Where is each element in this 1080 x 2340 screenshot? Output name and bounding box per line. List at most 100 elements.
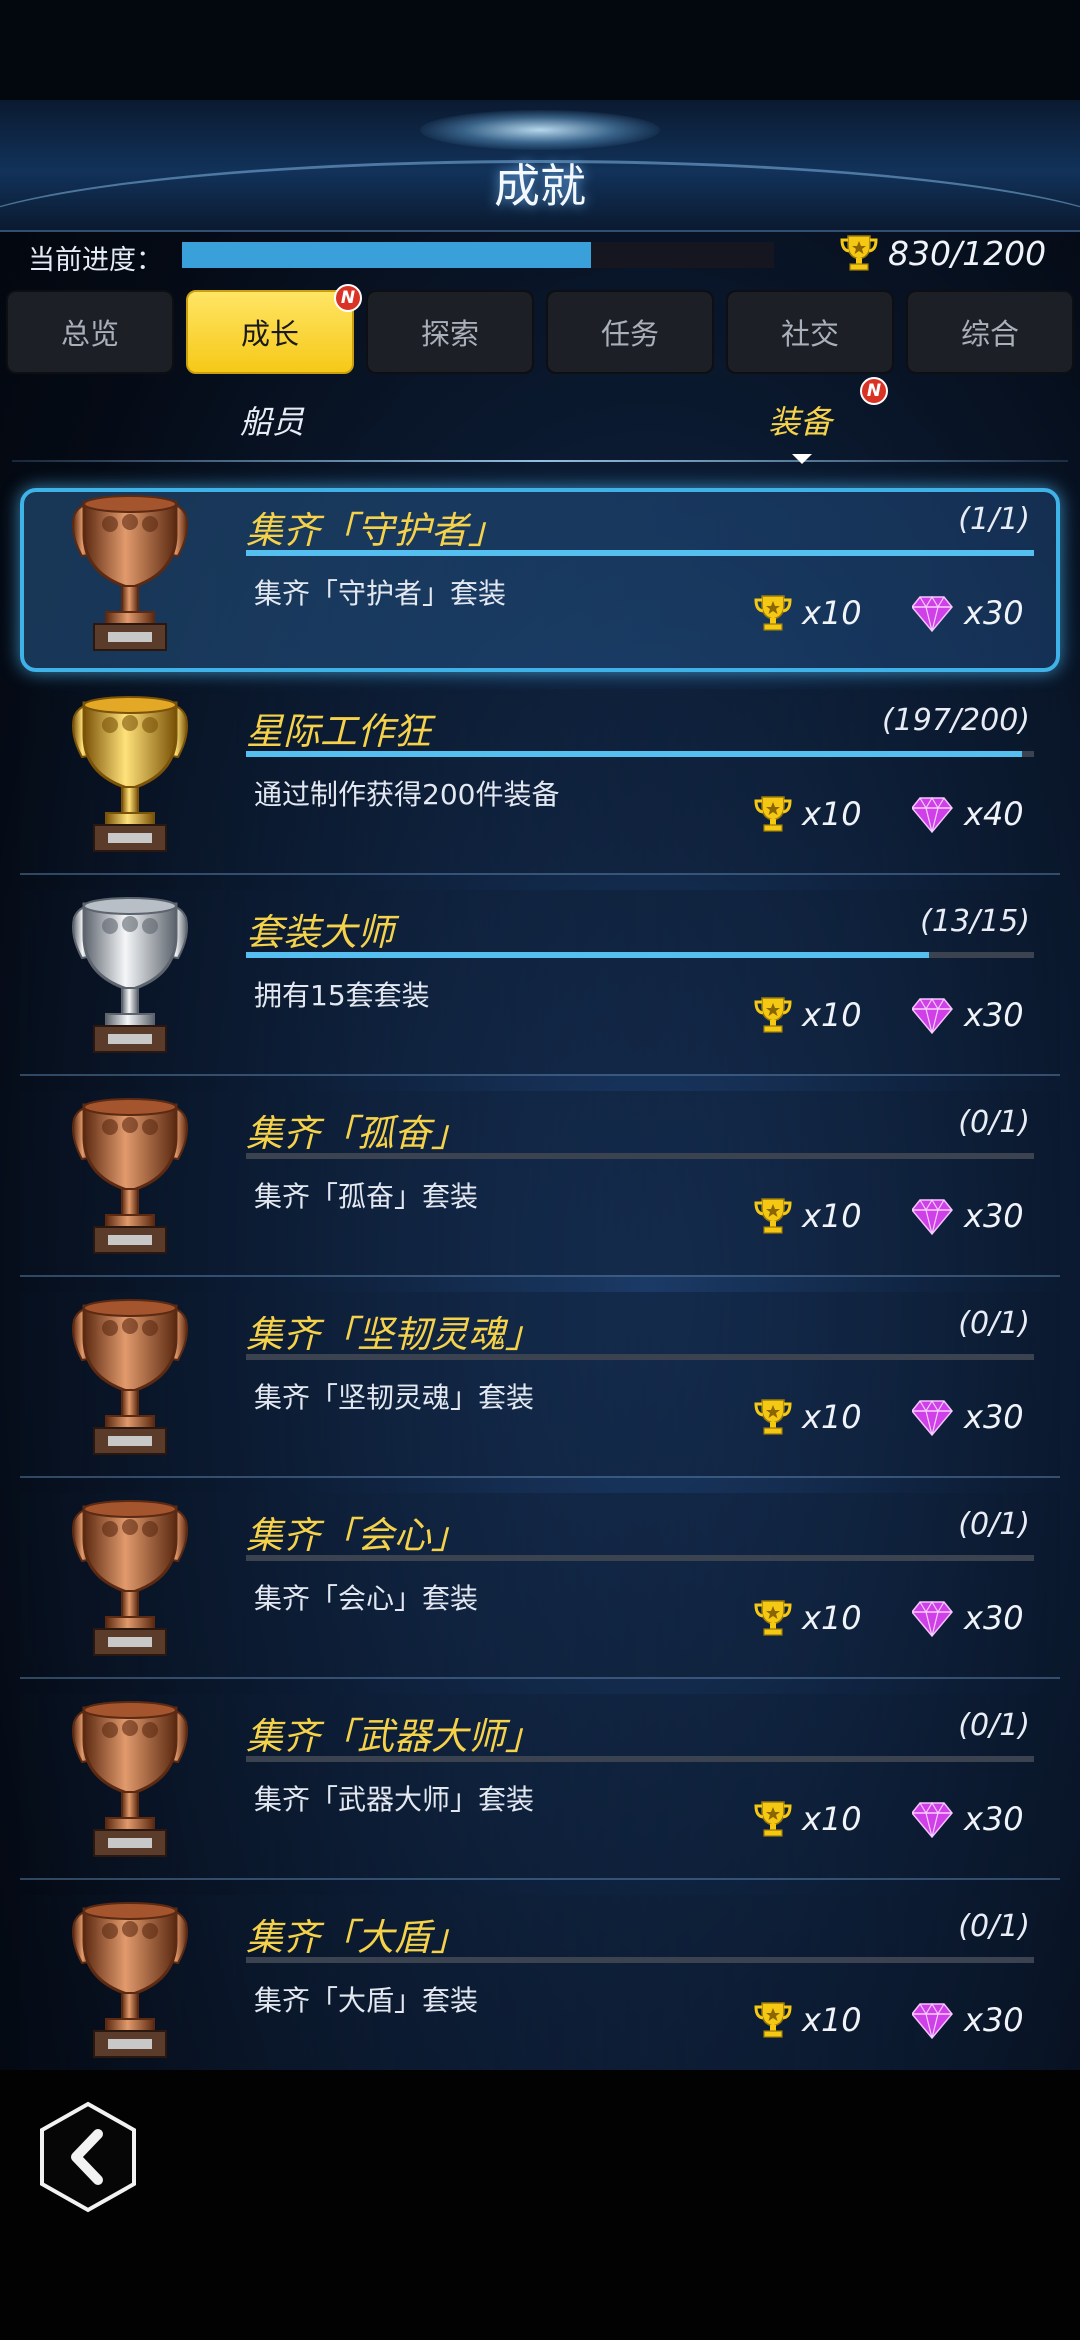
reward-trophy-amount: x10 (802, 795, 862, 833)
achievement-progress-text: (0/1) (958, 1105, 1030, 1140)
achievement-progress-fill (246, 751, 1023, 757)
reward-gem: x30 (912, 1191, 1024, 1241)
gem-icon (912, 595, 953, 633)
gem-icon (912, 1600, 953, 1638)
trophy-bronze-icon (60, 1700, 200, 1872)
tab-3[interactable]: 任务 (546, 290, 714, 374)
reward-gem-amount: x30 (964, 1398, 1024, 1436)
overall-progress-fill (182, 242, 592, 268)
reward-gem: x30 (912, 990, 1024, 1040)
tab-label: 任务 (600, 317, 659, 351)
bottom-bar (0, 2070, 1080, 2340)
achievement-progress-text: (0/1) (958, 1306, 1030, 1341)
gem-icon (912, 2002, 953, 2040)
trophy-bronze-icon (60, 1298, 200, 1470)
category-tabs: 总览 成长 N 探索 任务 社交 综合 (6, 284, 1074, 376)
reward-trophy: x10 (754, 1191, 862, 1241)
reward-trophy-amount: x10 (802, 996, 862, 1034)
achievement-progress-fill (246, 952, 929, 958)
achievement-progress-text: (197/200) (881, 703, 1030, 738)
trophy-total: 830/1200 (840, 230, 1046, 276)
achievement-progress-bar (246, 1153, 1034, 1159)
trophy-bronze-icon (60, 1499, 200, 1671)
gem-icon (912, 1801, 953, 1839)
trophy-bronze-icon (60, 494, 200, 666)
reward-gem-amount: x30 (964, 1197, 1024, 1235)
achievement-progress-bar (246, 1555, 1034, 1561)
achievement-description: 通过制作获得200件装备 (254, 778, 560, 811)
achievement-progress-text: (0/1) (958, 1909, 1030, 1944)
reward-gem: x30 (912, 1794, 1024, 1844)
achievement-progress-text: (13/15) (920, 904, 1030, 939)
back-button[interactable] (36, 2100, 140, 2214)
tab-1[interactable]: 成长 (186, 290, 354, 374)
achievement-progress-bar (246, 1354, 1034, 1360)
reward-gem: x40 (912, 789, 1024, 839)
achievement-title: 星际工作狂 (246, 710, 431, 753)
trophy-silver-icon (60, 896, 200, 1068)
achievement-progress-bar (246, 1957, 1034, 1963)
achievement-row[interactable]: 集齐「孤奋」 (0/1) 集齐「孤奋」套装 x10 x30 (20, 1091, 1060, 1277)
achievement-row[interactable]: 星际工作狂 (197/200) 通过制作获得200件装备 x10 x40 (20, 689, 1060, 875)
trophy-icon (754, 1600, 792, 1636)
reward-gem-amount: x30 (964, 1800, 1024, 1838)
trophy-icon (754, 997, 792, 1033)
achievement-title: 集齐「守护者」 (246, 509, 505, 552)
achievement-row[interactable]: 集齐「坚韧灵魂」 (0/1) 集齐「坚韧灵魂」套装 x10 x30 (20, 1292, 1060, 1478)
tab-label: 成长 (240, 317, 299, 351)
achievement-row[interactable]: 集齐「守护者」 (1/1) 集齐「守护者」套装 x10 x30 (20, 488, 1060, 672)
tab-5[interactable]: 综合 (906, 290, 1074, 374)
achievement-title: 集齐「孤奋」 (246, 1112, 468, 1155)
achievement-progress-text: (1/1) (958, 502, 1030, 537)
trophy-icon (754, 595, 792, 631)
status-bar (0, 0, 1080, 100)
achievement-progress-bar (246, 952, 1034, 958)
tab-label: 探索 (420, 317, 479, 351)
subtab-1[interactable]: 装备 (768, 397, 832, 443)
achievement-description: 集齐「武器大师」套装 (254, 1783, 535, 1816)
achievement-row[interactable]: 集齐「武器大师」 (0/1) 集齐「武器大师」套装 x10 x30 (20, 1694, 1060, 1880)
gem-icon (912, 997, 953, 1035)
overall-progress-bar (182, 242, 774, 268)
trophy-icon (840, 235, 878, 271)
progress-label: 当前进度： (28, 245, 163, 276)
reward-gem-amount: x30 (964, 996, 1024, 1034)
achievement-progress-bar (246, 1756, 1034, 1762)
trophy-total-text: 830/1200 (888, 233, 1047, 273)
tab-4[interactable]: 社交 (726, 290, 894, 374)
achievement-screen: 成就 当前进度： 830/1200 总览 成长 N 探索 任务 社交 综合 船员 装备 N 集齐… (0, 0, 1080, 2340)
achievement-row[interactable]: 集齐「会心」 (0/1) 集齐「会心」套装 x10 x30 (20, 1493, 1060, 1679)
achievement-row[interactable]: 套装大师 (13/15) 拥有15套套装 x10 x30 (20, 890, 1060, 1076)
reward-trophy-amount: x10 (802, 594, 862, 632)
new-badge: N (860, 377, 888, 405)
reward-trophy: x10 (754, 1794, 862, 1844)
trophy-icon (754, 1198, 792, 1234)
trophy-icon (754, 796, 792, 832)
reward-gem-amount: x30 (964, 2001, 1024, 2039)
reward-gem: x30 (912, 588, 1024, 638)
reward-gem: x30 (912, 1593, 1024, 1643)
tab-label: 总览 (60, 317, 119, 351)
tab-label: 社交 (780, 317, 839, 351)
subtab-0[interactable]: 船员 (240, 397, 304, 443)
tab-2[interactable]: 探索 (366, 290, 534, 374)
tab-0[interactable]: 总览 (6, 290, 174, 374)
achievement-progress-text: (0/1) (958, 1708, 1030, 1743)
achievement-progress-bar (246, 751, 1034, 757)
reward-gem: x30 (912, 1392, 1024, 1442)
achievement-progress-fill (246, 550, 1034, 556)
achievement-title: 集齐「会心」 (246, 1514, 468, 1557)
achievement-title: 集齐「大盾」 (246, 1916, 468, 1959)
reward-gem: x30 (912, 1995, 1024, 2045)
subtab-indicator (792, 454, 812, 464)
sub-tabs: 船员 装备 N (0, 377, 1080, 465)
trophy-icon (754, 1399, 792, 1435)
trophy-bronze-icon (60, 1901, 200, 2073)
achievement-list[interactable]: 集齐「守护者」 (1/1) 集齐「守护者」套装 x10 x30 星际工作狂 (197/200… (0, 480, 1080, 2081)
new-badge: N (334, 284, 362, 312)
achievement-title: 集齐「坚韧灵魂」 (246, 1313, 542, 1356)
subtab-divider (12, 460, 1068, 462)
gem-icon (912, 1198, 953, 1236)
achievement-row[interactable]: 集齐「大盾」 (0/1) 集齐「大盾」套装 x10 x30 (20, 1895, 1060, 2081)
reward-trophy: x10 (754, 789, 862, 839)
